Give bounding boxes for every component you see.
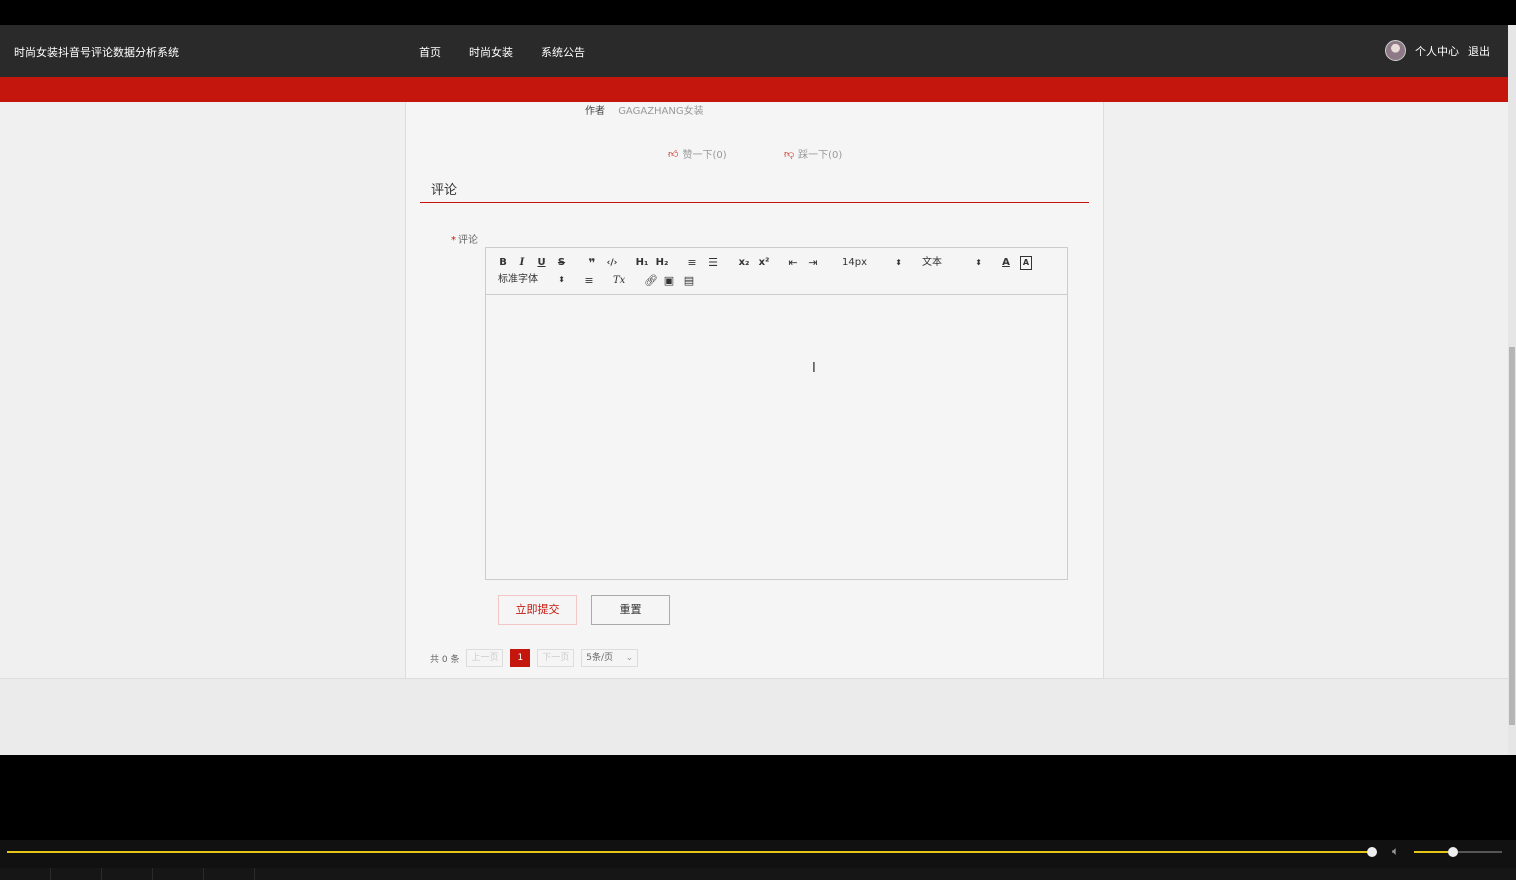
thumbs-up-icon: 👍︎	[668, 148, 679, 160]
text-cursor-icon: I	[812, 361, 816, 376]
image-icon[interactable]: ▣	[663, 274, 675, 288]
text-style-value: 文本	[922, 257, 942, 268]
italic-icon[interactable]: I	[517, 256, 527, 270]
seek-handle[interactable]	[1367, 847, 1377, 857]
like-button[interactable]: 👍︎ 赞一下(0)	[668, 146, 727, 162]
next-page-button[interactable]: 下一页	[537, 649, 575, 667]
avatar[interactable]	[1385, 40, 1406, 61]
seek-bar[interactable]	[7, 851, 1373, 853]
editor-content-area[interactable]: I	[486, 295, 1067, 579]
like-label: 赞一下(0)	[682, 150, 727, 161]
outdent-icon[interactable]: ⇤	[787, 256, 799, 270]
code-block-icon[interactable]: ‹/›	[606, 256, 618, 270]
font-family-select[interactable]: 标准字体 ⬍	[498, 273, 565, 287]
background-color-icon[interactable]: A	[1020, 256, 1032, 270]
font-size-value: 14px	[842, 257, 867, 268]
superscript-icon[interactable]: x²	[757, 256, 771, 270]
font-size-select[interactable]: 14px ⬍	[842, 256, 902, 270]
required-mark: *	[451, 235, 456, 246]
indent-icon[interactable]: ⇥	[807, 256, 819, 270]
video-player-controls: 🔈︎	[0, 840, 1516, 880]
link-icon[interactable]: 🔗︎	[644, 274, 658, 288]
dislike-button[interactable]: 👎︎ 踩一下(0)	[784, 146, 843, 162]
author-value: GAGAZHANG女装	[618, 106, 704, 117]
bold-icon[interactable]: B	[498, 256, 508, 270]
pagination: 共 0 条 上一页 1 下一页 5条/页 ⌄	[430, 649, 639, 667]
thumbs-down-icon: 👎︎	[784, 148, 795, 160]
browser-page: 时尚女装抖音号评论数据分析系统 首页 时尚女装 系统公告 个人中心 退出 作者 …	[0, 25, 1508, 755]
heading2-icon[interactable]: H₂	[655, 256, 669, 270]
volume-handle[interactable]	[1448, 847, 1458, 857]
font-family-value: 标准字体	[498, 274, 538, 285]
comment-field-label: * 评论	[451, 231, 478, 246]
volume-icon[interactable]: 🔈︎	[1392, 844, 1399, 859]
reset-button[interactable]: 重置	[591, 595, 670, 625]
page-button-current[interactable]: 1	[510, 649, 531, 667]
chevron-down-icon: ⌄	[625, 653, 634, 663]
page-footer	[0, 678, 1508, 755]
editor-toolbar: B I U S ❞ ‹/› H₁ H₂ ≡ ☰ x₂ x² ⇤ ⇥ 14px ⬍	[486, 248, 1067, 295]
site-title: 时尚女装抖音号评论数据分析系统	[14, 46, 179, 59]
nav-home[interactable]: 首页	[419, 44, 441, 60]
align-icon[interactable]: ≡	[583, 274, 595, 288]
subscript-icon[interactable]: x₂	[737, 256, 751, 270]
nav-announcements[interactable]: 系统公告	[541, 44, 585, 60]
article-panel: 作者 GAGAZHANG女装 👍︎ 赞一下(0) 👎︎ 踩一下(0) 评论 * 评…	[405, 102, 1104, 678]
page-size-value: 5条/页	[586, 653, 613, 663]
video-icon[interactable]: ▤	[683, 274, 695, 288]
user-menu: 个人中心 退出	[1385, 40, 1490, 61]
chevron-updown-icon: ⬍	[558, 275, 565, 284]
clear-format-icon[interactable]: Tx	[613, 274, 625, 288]
scrollbar-thumb[interactable]	[1509, 347, 1515, 725]
rich-text-editor: B I U S ❞ ‹/› H₁ H₂ ≡ ☰ x₂ x² ⇤ ⇥ 14px ⬍	[485, 247, 1068, 580]
heading1-icon[interactable]: H₁	[635, 256, 649, 270]
dislike-label: 踩一下(0)	[798, 150, 843, 161]
author-label: 作者	[585, 106, 605, 117]
text-color-icon[interactable]: A	[1000, 256, 1012, 270]
blockquote-icon[interactable]: ❞	[586, 256, 598, 270]
author-line: 作者 GAGAZHANG女装	[585, 102, 704, 117]
nav-fashion[interactable]: 时尚女装	[469, 44, 513, 60]
comments-section-title: 评论	[420, 179, 1089, 203]
accent-banner	[0, 77, 1508, 102]
strikethrough-icon[interactable]: S	[556, 256, 567, 270]
page-scrollbar[interactable]	[1508, 25, 1516, 755]
logout-link[interactable]: 退出	[1468, 43, 1490, 59]
prev-page-button[interactable]: 上一页	[466, 649, 504, 667]
ordered-list-icon[interactable]: ≡	[686, 256, 698, 270]
comment-label-text: 评论	[458, 235, 478, 246]
bullet-list-icon[interactable]: ☰	[707, 256, 719, 270]
chevron-updown-icon: ⬍	[975, 258, 982, 267]
pagination-total: 共 0 条	[430, 654, 460, 665]
thumbnail-strip	[0, 868, 1516, 880]
top-navbar: 时尚女装抖音号评论数据分析系统 首页 时尚女装 系统公告 个人中心 退出	[0, 25, 1508, 77]
text-style-select[interactable]: 文本 ⬍	[922, 256, 982, 270]
submit-button[interactable]: 立即提交	[498, 595, 577, 625]
chevron-updown-icon: ⬍	[895, 258, 902, 267]
main-nav: 首页 时尚女装 系统公告	[419, 44, 585, 60]
page-size-select[interactable]: 5条/页 ⌄	[581, 649, 639, 667]
profile-link[interactable]: 个人中心	[1415, 43, 1459, 59]
underline-icon[interactable]: U	[536, 256, 547, 270]
